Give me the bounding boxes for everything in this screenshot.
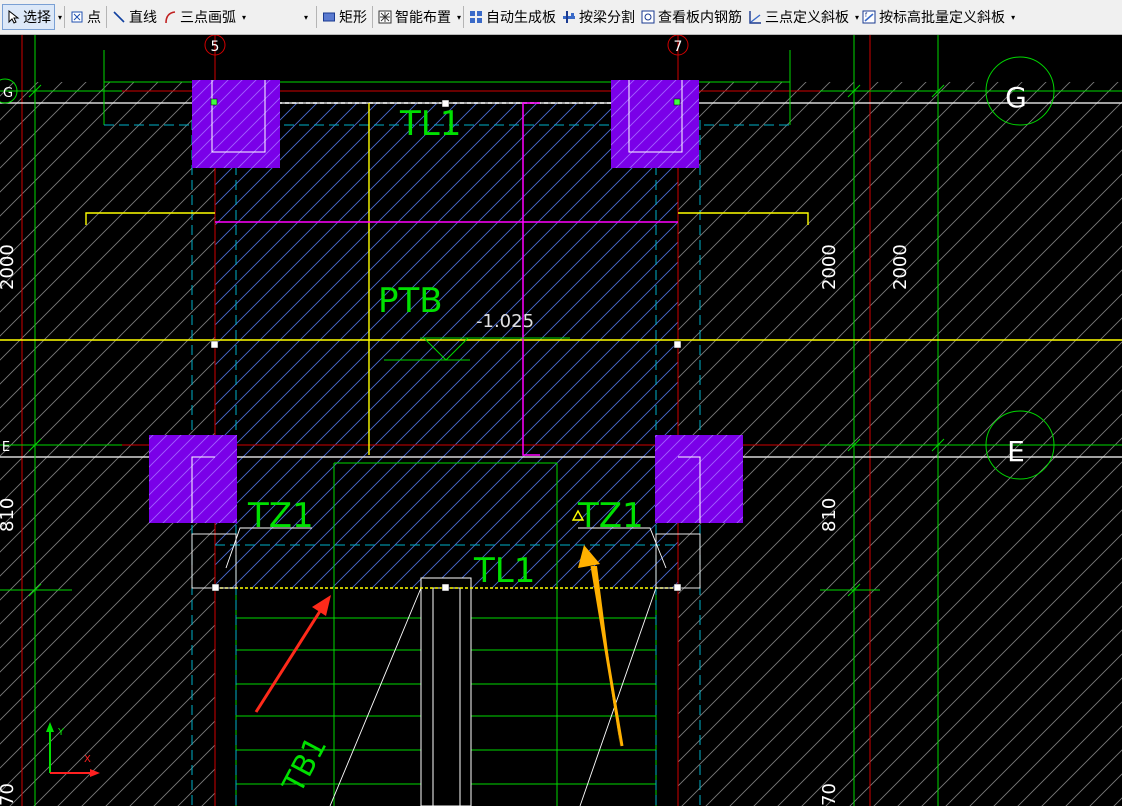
smart-layout-button[interactable]: 智能布置	[375, 4, 454, 30]
batch-slope-by-elevation-button[interactable]: f 按标高批量定义斜板	[859, 4, 1008, 30]
select-button[interactable]: 选择	[2, 4, 55, 30]
column-lr	[655, 435, 743, 523]
arc-icon	[165, 11, 176, 24]
slab-hatch-right	[678, 82, 1122, 806]
view-rebar-icon	[641, 10, 655, 24]
line-button[interactable]: 直线	[109, 4, 160, 30]
three-point-arc-label: 三点画弧	[180, 9, 237, 25]
svg-text:X: X	[84, 754, 91, 765]
three-point-slope-label: 三点定义斜板	[765, 9, 850, 25]
slope-slab-icon	[749, 11, 762, 24]
split-by-beam-icon	[563, 11, 576, 23]
svg-text:G: G	[3, 86, 13, 101]
dim-70-left: 70	[0, 783, 18, 806]
view-slab-rebar-button[interactable]: 查看板内钢筋	[638, 4, 745, 30]
batch-slope-by-elevation-label: 按标高批量定义斜板	[879, 9, 1006, 25]
draw-mode-combo[interactable]: ▾	[246, 7, 314, 27]
svg-text:G: G	[1005, 81, 1027, 114]
toolbar-separator	[372, 6, 374, 28]
auto-generate-slab-button[interactable]: 自动生成板	[466, 4, 559, 30]
split-by-beam-label: 按梁分割	[579, 9, 636, 25]
column-ll	[149, 435, 237, 523]
svg-text:Y: Y	[57, 727, 65, 738]
three-point-arc-button[interactable]: 三点画弧	[160, 4, 239, 30]
dim-70-right: 70	[819, 783, 840, 806]
stair-well	[420, 577, 472, 806]
svg-text:E: E	[2, 440, 10, 455]
label-ptb: PTB	[378, 281, 443, 321]
point-label: 点	[87, 9, 102, 25]
point-icon	[71, 11, 83, 23]
line-label: 直线	[129, 9, 158, 25]
rectangle-icon	[323, 12, 336, 22]
cursor-icon	[8, 10, 20, 24]
smart-layout-icon	[378, 10, 392, 24]
three-point-slope-button[interactable]: 三点定义斜板	[745, 4, 852, 30]
column-ur	[611, 80, 699, 168]
toolbar-separator	[106, 6, 108, 28]
dim-810-right: 810	[819, 498, 840, 532]
split-by-beam-button[interactable]: 按梁分割	[559, 4, 638, 30]
toolbar-separator	[463, 6, 465, 28]
label-tz1-left: TZ1	[247, 496, 314, 536]
batch-slope-dropdown-icon[interactable]: ▾	[1011, 13, 1015, 22]
select-dropdown-icon[interactable]: ▾	[58, 13, 62, 22]
svg-text:7: 7	[674, 39, 683, 55]
auto-generate-slab-label: 自动生成板	[486, 9, 557, 25]
combo-dropdown-icon: ▾	[304, 12, 309, 22]
batch-slope-icon: f	[862, 10, 876, 24]
slab-grid-icon	[470, 11, 483, 23]
label-tl1-bottom: TL1	[473, 551, 535, 591]
smart-layout-dropdown-icon[interactable]: ▾	[457, 13, 461, 22]
label-tl1-top: TL1	[399, 104, 461, 144]
rectangle-button[interactable]: 矩形	[319, 4, 370, 30]
toolbar-separator	[64, 6, 66, 28]
label-elevation: -1.025	[476, 311, 534, 332]
svg-text:5: 5	[211, 39, 220, 55]
column-ul	[192, 80, 280, 168]
rectangle-label: 矩形	[339, 9, 368, 25]
dim-2000-right: 2000	[890, 244, 911, 290]
cad-toolbar: 选择 ▾ 点 直线 三点画弧 ▾ ▾ 矩形 智能布置 ▾ 自动生成板 按梁分割 …	[0, 0, 1122, 35]
point-button[interactable]: 点	[67, 4, 104, 30]
line-icon	[113, 11, 125, 23]
smart-layout-label: 智能布置	[395, 9, 452, 25]
axis-bubble-e-left: E	[2, 440, 10, 455]
dim-810-left: 810	[0, 498, 18, 532]
drawing-canvas[interactable]: 5 7 G E G E TL1 PTB -1.025 TZ1 TZ1 TL1 T…	[0, 35, 1122, 806]
select-label: 选择	[23, 9, 51, 25]
label-tz1-right: TZ1	[577, 496, 644, 536]
dim-2000-mid: 2000	[819, 244, 840, 290]
dim-2000-left: 2000	[0, 244, 18, 290]
toolbar-separator	[316, 6, 318, 28]
svg-text:E: E	[1007, 435, 1025, 468]
view-slab-rebar-label: 查看板内钢筋	[658, 9, 743, 25]
